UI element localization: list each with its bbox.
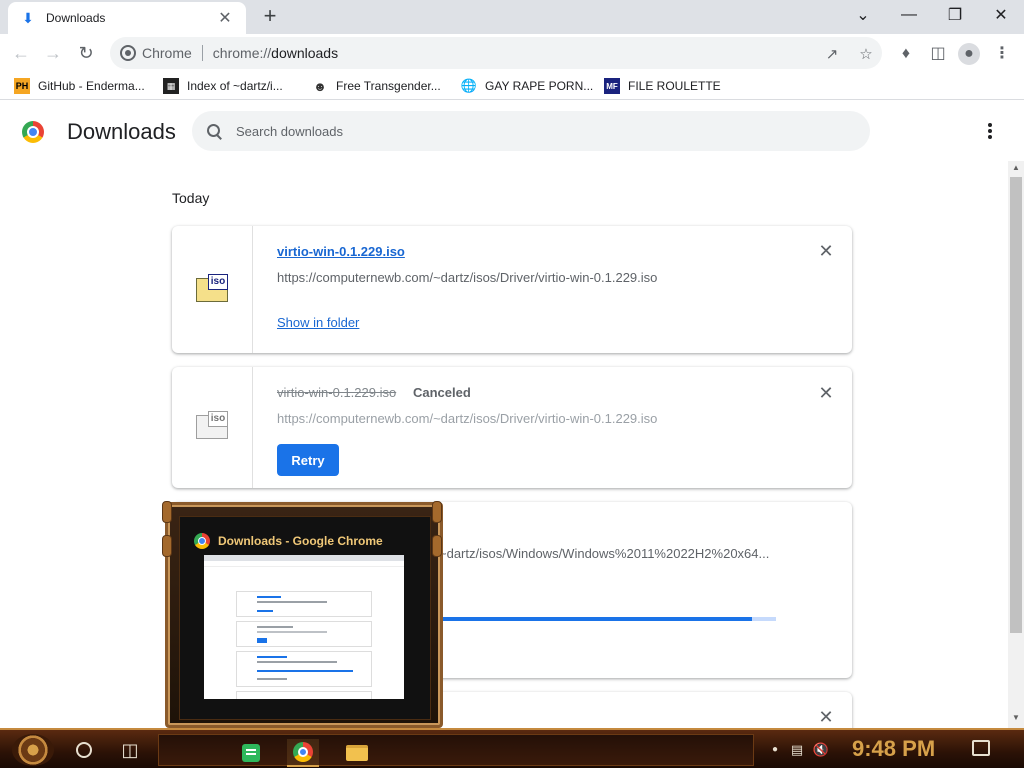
profile-avatar-icon[interactable]: ● bbox=[958, 43, 980, 65]
preview-title: Downloads - Google Chrome bbox=[218, 534, 383, 548]
download-item: iso virtio-win-0.1.229.iso Canceled http… bbox=[172, 367, 852, 488]
downloads-header: Downloads bbox=[0, 101, 1024, 161]
window-close-icon[interactable]: ✕ bbox=[978, 0, 1024, 30]
iso-file-icon: iso bbox=[196, 411, 228, 439]
bookmark-file-roulette[interactable]: MF FILE ROULETTE bbox=[604, 76, 721, 96]
taskbar-window-preview[interactable]: Downloads - Google Chrome bbox=[162, 501, 443, 728]
page-scrollbar[interactable]: ▲ ▼ bbox=[1008, 161, 1024, 728]
preview-chrome-icon bbox=[194, 533, 210, 549]
bookmark-free[interactable]: ☻ Free Transgender... bbox=[312, 76, 441, 96]
scrollbar-thumb[interactable] bbox=[1010, 177, 1022, 633]
download-url[interactable]: https://computernewb.com/~dartz/isos/Dri… bbox=[277, 270, 657, 285]
remove-item-close-icon[interactable]: ✕ bbox=[818, 708, 834, 726]
forward-arrow-icon[interactable]: → bbox=[40, 40, 66, 66]
show-in-folder-link[interactable]: Show in folder bbox=[277, 315, 359, 330]
downloads-menu-icon[interactable] bbox=[980, 119, 1000, 143]
bookmark-index[interactable]: ▦ Index of ~dartz/i... bbox=[163, 76, 283, 96]
section-date: Today bbox=[172, 190, 210, 206]
bookmark-label: Index of ~dartz/i... bbox=[187, 79, 283, 93]
network-icon[interactable]: ▤ bbox=[788, 742, 806, 758]
bookmark-label: FILE ROULETTE bbox=[628, 79, 721, 93]
taskbar-apps bbox=[158, 734, 754, 767]
bookmark-star-icon[interactable]: ☆ bbox=[854, 43, 878, 67]
file-icon-column: iso bbox=[172, 226, 253, 353]
reload-icon[interactable]: ↻ bbox=[73, 40, 99, 66]
download-progress-fill bbox=[430, 617, 752, 621]
mask-favicon-icon: ☻ bbox=[313, 78, 327, 94]
retry-button[interactable]: Retry bbox=[277, 444, 339, 476]
ph-favicon-icon: PH bbox=[14, 78, 30, 94]
bookmark-github[interactable]: PH GitHub - Enderma... bbox=[14, 76, 145, 96]
bookmarks-bar: PH GitHub - Enderma... ▦ Index of ~dartz… bbox=[0, 72, 1024, 100]
share-icon[interactable]: ↗ bbox=[820, 43, 844, 67]
volume-muted-icon[interactable]: 🔇 bbox=[812, 742, 830, 758]
download-progress-bar bbox=[430, 617, 776, 621]
chrome-taskbar-icon[interactable] bbox=[287, 739, 319, 767]
tab-downloads[interactable]: ⬇ Downloads ✕ bbox=[8, 2, 246, 34]
scroll-up-icon[interactable]: ▲ bbox=[1011, 163, 1021, 172]
chrome-site-icon[interactable] bbox=[120, 45, 136, 61]
tray-overflow-icon[interactable]: ● bbox=[766, 742, 784, 758]
address-bar[interactable]: Chrome chrome:// downloads ↗ ☆ bbox=[110, 37, 882, 69]
search-circle-icon[interactable] bbox=[76, 742, 92, 758]
toolbar: ← → ↻ Chrome chrome:// downloads ↗ ☆ bbox=[0, 34, 1024, 72]
tab-title: Downloads bbox=[46, 11, 106, 25]
windows-taskbar: ◫ ● ▤ 🔇 9:48 PM bbox=[0, 728, 1024, 768]
search-input[interactable] bbox=[236, 123, 836, 139]
chrome-menu-icon[interactable]: ⋮ bbox=[990, 42, 1014, 66]
download-icon: ⬇ bbox=[22, 9, 34, 26]
remove-item-close-icon[interactable]: ✕ bbox=[818, 384, 834, 402]
notes-app-icon[interactable] bbox=[235, 739, 267, 767]
chrome-logo-icon bbox=[22, 121, 44, 143]
site-label: Chrome bbox=[142, 45, 192, 61]
taskbar-clock[interactable]: 9:48 PM bbox=[852, 736, 935, 762]
address-separator bbox=[201, 45, 203, 61]
bookmark-label: GitHub - Enderma... bbox=[38, 79, 145, 93]
minimize-icon[interactable]: — bbox=[886, 0, 932, 30]
page-title: Downloads bbox=[67, 119, 176, 144]
iso-file-icon: iso bbox=[196, 274, 228, 302]
preview-thumbnail[interactable] bbox=[204, 555, 404, 699]
search-icon bbox=[206, 123, 222, 139]
globe-icon: 🌐 bbox=[460, 78, 478, 93]
remove-item-close-icon[interactable]: ✕ bbox=[818, 242, 834, 260]
mf-favicon-icon: MF bbox=[604, 78, 620, 94]
restore-icon[interactable]: ❐ bbox=[932, 0, 978, 30]
scroll-down-icon[interactable]: ▼ bbox=[1011, 713, 1021, 722]
bookmark-label: Free Transgender... bbox=[336, 79, 441, 93]
file-explorer-folder-icon[interactable] bbox=[341, 739, 373, 767]
search-downloads[interactable] bbox=[192, 111, 870, 151]
tab-search-chevron-down-icon[interactable]: ⌄ bbox=[840, 0, 886, 30]
back-arrow-icon[interactable]: ← bbox=[8, 40, 34, 66]
bookmark-label: GAY RAPE PORN... bbox=[485, 79, 594, 93]
url-host: downloads bbox=[271, 45, 339, 61]
bookmark-gay[interactable]: 🌐 GAY RAPE PORN... bbox=[461, 76, 593, 96]
download-filename: virtio-win-0.1.229.iso bbox=[277, 385, 397, 400]
start-button[interactable] bbox=[12, 734, 54, 766]
download-status: Canceled bbox=[413, 385, 471, 400]
notification-center-icon[interactable] bbox=[972, 740, 990, 756]
tab-strip: ⬇ Downloads ✕ + ⌄ — ❐ ✕ bbox=[0, 0, 1024, 34]
extensions-puzzle-icon[interactable]: ♦ bbox=[894, 42, 918, 66]
task-view-icon[interactable]: ◫ bbox=[118, 738, 142, 762]
download-item: iso virtio-win-0.1.229.iso https://compu… bbox=[172, 226, 852, 353]
download-url[interactable]: ~dartz/isos/Windows/Windows%2011%2022H2%… bbox=[439, 546, 769, 561]
new-tab-button[interactable]: + bbox=[258, 5, 282, 29]
url-scheme: chrome:// bbox=[212, 45, 272, 61]
side-panel-icon[interactable]: ◫ bbox=[926, 42, 950, 66]
index-favicon-icon: ▦ bbox=[163, 78, 179, 94]
file-icon-column: iso bbox=[172, 367, 253, 488]
tab-close-icon[interactable]: ✕ bbox=[216, 8, 234, 28]
download-filename-link[interactable]: virtio-win-0.1.229.iso bbox=[277, 244, 405, 259]
download-url[interactable]: https://computernewb.com/~dartz/isos/Dri… bbox=[277, 411, 657, 426]
